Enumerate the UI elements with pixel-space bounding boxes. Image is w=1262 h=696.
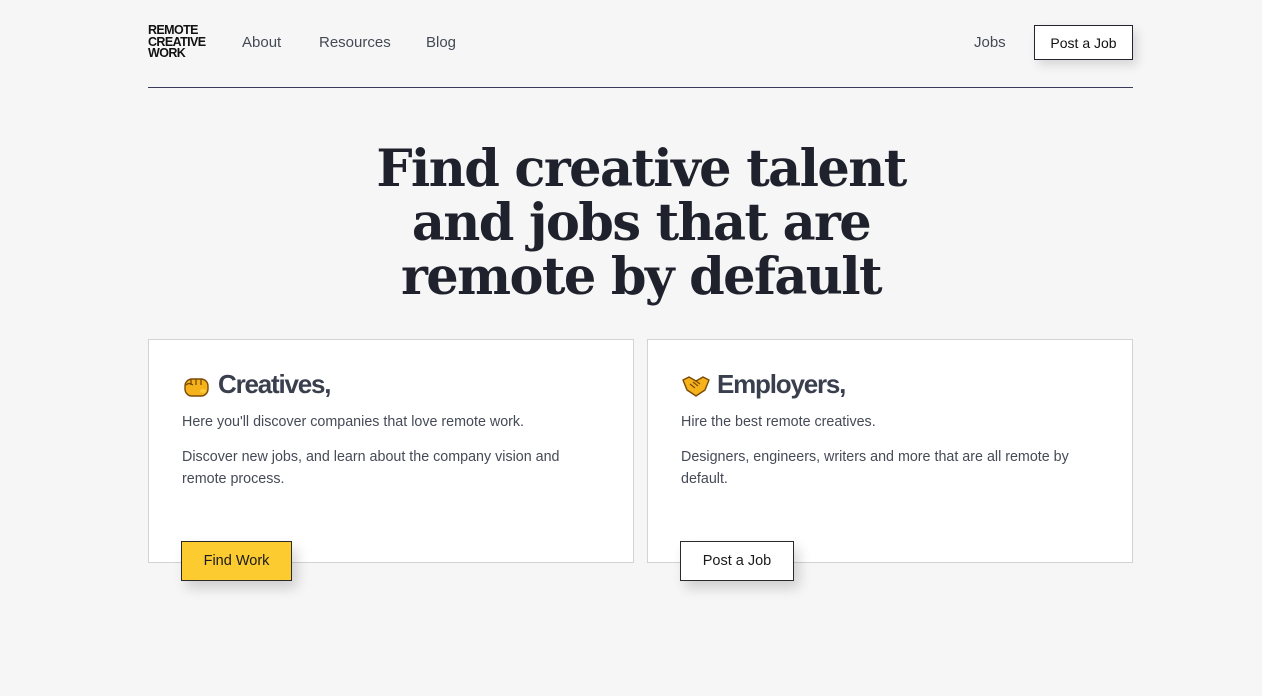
- nav-about[interactable]: About: [242, 34, 281, 51]
- employers-card-title: Employers,: [681, 369, 846, 400]
- handshake-emoji-icon: [681, 370, 711, 400]
- employers-post-job-button[interactable]: Post a Job: [680, 541, 794, 581]
- site-logo[interactable]: REMOTE CREATIVE WORK: [148, 24, 218, 60]
- header-post-job-button[interactable]: Post a Job: [1034, 25, 1133, 60]
- hero-headline: Find creative talent and jobs that are r…: [376, 139, 907, 307]
- nav-jobs[interactable]: Jobs: [974, 34, 1006, 51]
- creatives-description-1: Here you'll discover companies that love…: [182, 414, 525, 430]
- creatives-description-2: Discover new jobs, and learn about the c…: [182, 449, 560, 487]
- logo-line-3: WORK: [148, 46, 186, 60]
- site-header: REMOTE CREATIVE WORK About Resources Blo…: [148, 0, 1133, 88]
- creatives-card-title: Creatives,: [182, 369, 332, 400]
- creatives-title-text: Creatives,: [218, 369, 332, 399]
- employers-description-2: Designers, engineers, writers and more t…: [681, 449, 1069, 487]
- employers-description-1: Hire the best remote creatives.: [681, 414, 876, 430]
- creatives-card: Creatives, Here you'll discover companie…: [148, 339, 634, 563]
- find-work-button[interactable]: Find Work: [181, 541, 292, 581]
- fist-emoji-icon: [182, 370, 212, 400]
- nav-blog[interactable]: Blog: [426, 34, 456, 51]
- employers-title-text: Employers,: [717, 369, 846, 399]
- employers-card: Employers, Hire the best remote creative…: [647, 339, 1133, 563]
- nav-resources[interactable]: Resources: [319, 34, 391, 51]
